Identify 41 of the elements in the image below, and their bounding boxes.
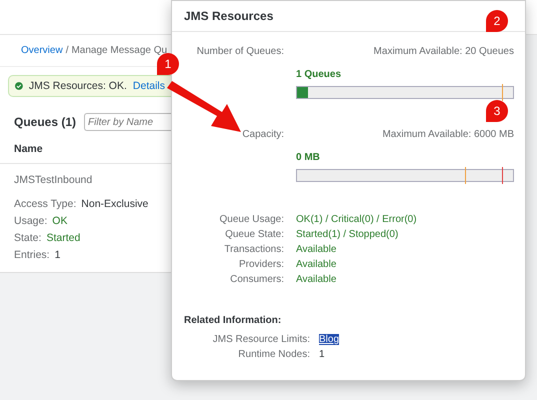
detail-value: OK(1) / Critical(0) / Error(0) — [296, 214, 418, 225]
maximum-text: Maximum Available: 20 Queues — [372, 46, 514, 57]
meter-reading: 0 MB — [296, 152, 321, 163]
field-label: Access Type: — [14, 197, 76, 212]
meter-label: Capacity: — [241, 129, 284, 140]
detail-value: Available — [296, 244, 338, 255]
queue-name[interactable]: JMSTestInbound — [14, 174, 157, 186]
detail-value: Started(1) / Stopped(0) — [296, 229, 400, 240]
detail-label: Consumers: — [229, 274, 284, 285]
detail-label: Providers: — [238, 259, 284, 270]
detail-label: Transactions: — [223, 244, 284, 255]
field-label: Usage: — [14, 214, 48, 229]
field-label: State: — [14, 231, 42, 246]
threshold-mark — [502, 167, 504, 184]
breadcrumb-current: Manage Message Qu — [71, 45, 168, 56]
related-value: 1 — [319, 349, 326, 360]
queues-title: Queues (1) — [14, 115, 76, 129]
detail-label: Queue Usage: — [218, 214, 284, 225]
breadcrumb-link[interactable]: Overview — [21, 45, 63, 56]
meter-reading: 1 Queues — [296, 69, 342, 80]
threshold-mark — [502, 84, 504, 101]
field-value: Non-Exclusive — [81, 197, 148, 212]
status-text: JMS Resources: OK. — [28, 80, 127, 92]
filter-field[interactable]: Filter by Name — [84, 113, 171, 131]
maximum-text: Maximum Available: 6000 MB — [381, 129, 514, 140]
threshold-mark — [465, 167, 466, 184]
field-value: OK — [52, 214, 68, 229]
detail-value: Available — [296, 274, 338, 285]
section-title: Related Information: — [183, 314, 282, 328]
blog-link[interactable]: Blog — [319, 334, 340, 345]
detail-label: Queue State: — [224, 229, 284, 240]
field-value: Started — [46, 231, 80, 246]
detail-value: Available — [296, 259, 338, 270]
check-icon — [15, 80, 23, 92]
related-label: Runtime Nodes: — [237, 349, 310, 360]
related-label: JMS Resource Limits: — [212, 334, 310, 345]
field-label: Entries: — [14, 248, 50, 263]
meter-label: Number of Queues: — [196, 46, 284, 57]
breadcrumb-separator: / — [66, 45, 68, 56]
field-value: 1 — [54, 248, 60, 263]
details-link[interactable]: Details — [132, 80, 165, 92]
